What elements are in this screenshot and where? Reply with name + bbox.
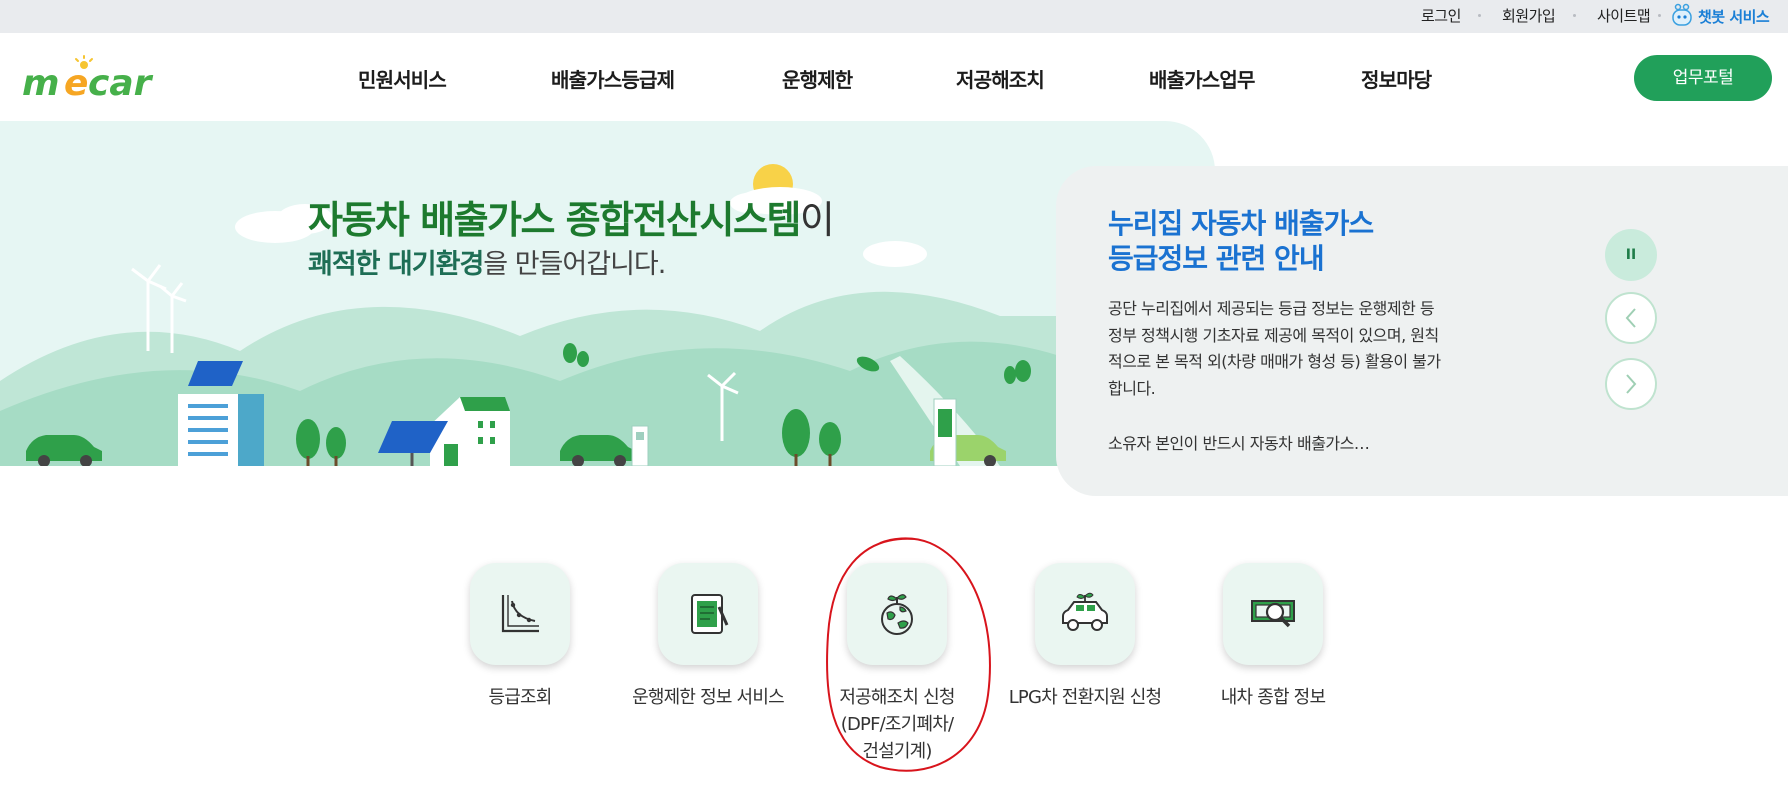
- prev-button[interactable]: [1605, 292, 1657, 344]
- eco-car-icon: [1062, 592, 1108, 631]
- hero-subtitle-emphasis: 쾌적한 대기환경: [308, 249, 484, 280]
- chevron-right-icon: [1626, 374, 1637, 394]
- chatbot-label: 챗봇 서비스: [1698, 7, 1770, 26]
- svg-text:car: car: [88, 63, 154, 104]
- notice-title-line1: 누리집 자동차 배출가스: [1108, 207, 1374, 240]
- nav-low-emission[interactable]: 저공해조치: [956, 64, 1045, 93]
- hero-banner: 자동차 배출가스 종합전산시스템이 쾌적한 대기환경을 만들어갑니다.: [0, 121, 1215, 466]
- nav-info-plaza[interactable]: 정보마당: [1361, 64, 1432, 93]
- notice-more-text[interactable]: 소유자 본인이 반드시 자동차 배출가스…: [1108, 430, 1370, 454]
- main-header: m e car 민원서비스 배출가스등급제 운행제한 저공해조치 배출가스업무 …: [0, 33, 1788, 121]
- separator-dot: [1478, 14, 1481, 17]
- sitemap-link[interactable]: 사이트맵: [1597, 5, 1651, 26]
- signup-link[interactable]: 회원가입: [1502, 5, 1556, 26]
- next-button[interactable]: [1605, 358, 1657, 410]
- service-label-my-car-info[interactable]: 내차 종합 정보: [1221, 684, 1326, 711]
- earth-sprout-icon: [881, 594, 913, 635]
- svg-text:e: e: [64, 63, 88, 104]
- grade-chart-icon: [501, 595, 539, 633]
- chatbot-link[interactable]: 챗봇 서비스: [1670, 2, 1770, 30]
- hero-subtitle-rest: 을 만들어갑니다.: [483, 249, 666, 280]
- service-label-lpg-conversion[interactable]: LPG차 전환지원 신청: [1009, 684, 1162, 711]
- nav-driving-restriction[interactable]: 운행제한: [782, 64, 853, 93]
- service-label-grade-lookup[interactable]: 등급조회: [488, 684, 552, 711]
- nav-emission-work[interactable]: 배출가스업무: [1149, 64, 1255, 93]
- pause-icon: II: [1625, 247, 1637, 263]
- service-label-low-emission-apply[interactable]: 저공해조치 신청 (DPF/조기폐차/ 건설기계): [839, 684, 955, 765]
- top-utility-bar: 로그인 회원가입 사이트맵 챗봇 서비스: [0, 0, 1788, 33]
- svg-text:m: m: [22, 63, 60, 104]
- nav-civil-service[interactable]: 민원서비스: [358, 64, 447, 93]
- service-lpg-conversion-button[interactable]: [1035, 563, 1135, 665]
- service-grade-lookup-button[interactable]: [470, 563, 570, 665]
- hero-illustration: [0, 164, 1215, 466]
- hero-subtitle: 쾌적한 대기환경을 만들어갑니다.: [308, 242, 666, 281]
- service-low-emission-apply-button[interactable]: [847, 563, 947, 665]
- hero-title-suffix: 이: [799, 198, 835, 242]
- login-link[interactable]: 로그인: [1421, 5, 1461, 26]
- pause-button[interactable]: II: [1605, 229, 1657, 281]
- nav-emission-grade[interactable]: 배출가스등급제: [551, 64, 675, 93]
- notice-panel: 누리집 자동차 배출가스 등급정보 관련 안내 공단 누리집에서 제공되는 등급…: [1056, 166, 1788, 496]
- notice-title[interactable]: 누리집 자동차 배출가스 등급정보 관련 안내: [1108, 206, 1468, 276]
- hero-title-bold: 자동차 배출가스 종합전산시스템: [308, 198, 801, 242]
- notice-body: 공단 누리집에서 제공되는 등급 정보는 운행제한 등 정부 정책시행 기초자료…: [1108, 299, 1441, 398]
- service-restriction-info-button[interactable]: [658, 563, 758, 665]
- service-label-restriction-info[interactable]: 운행제한 정보 서비스: [632, 684, 784, 711]
- mecar-logo-mark: m e car: [22, 55, 154, 104]
- tablet-document-icon: [691, 594, 729, 634]
- service-my-car-info-button[interactable]: [1223, 563, 1323, 665]
- hero-title: 자동차 배출가스 종합전산시스템이: [308, 189, 835, 244]
- mecar-logo[interactable]: m e car: [22, 55, 172, 105]
- work-portal-button[interactable]: 업무포털: [1634, 55, 1772, 101]
- chatbot-robot-icon: [1672, 3, 1692, 26]
- separator-dot: [1573, 14, 1576, 17]
- separator-dot: [1658, 14, 1661, 17]
- chevron-left-icon: [1625, 308, 1636, 328]
- notice-title-line2: 등급정보 관련 안내: [1108, 242, 1325, 275]
- search-money-icon: [1251, 600, 1295, 628]
